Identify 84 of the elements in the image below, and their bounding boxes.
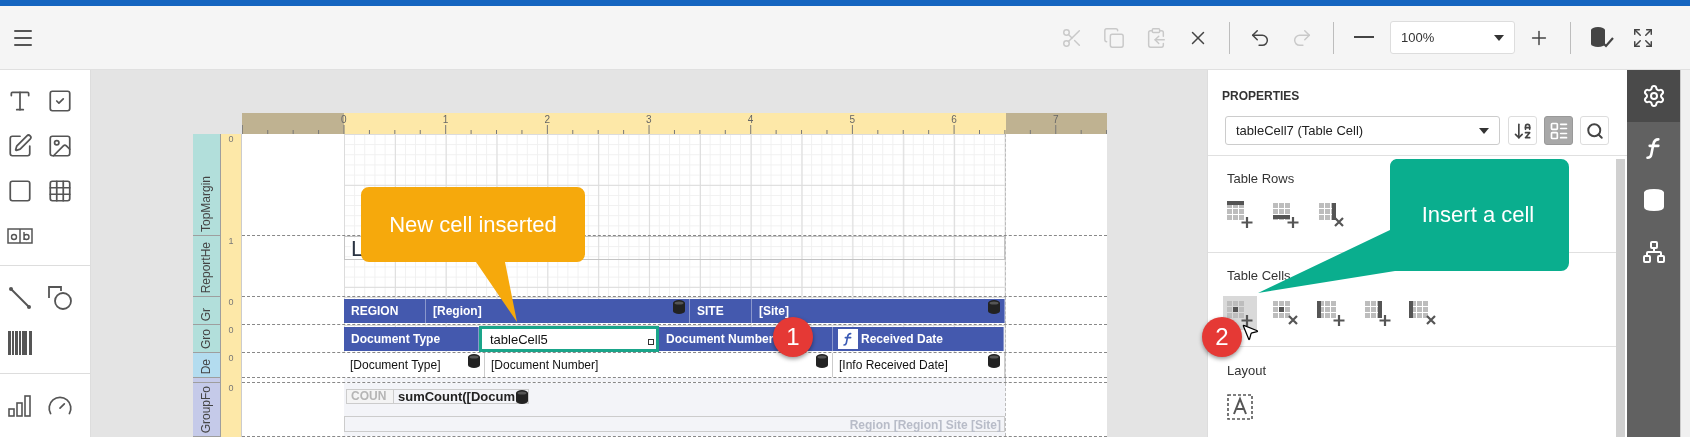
edit-icon xyxy=(7,132,33,159)
table-remove-icon xyxy=(1317,201,1347,229)
ruler-number: 1 xyxy=(442,114,449,125)
band-label[interactable]: Gr xyxy=(193,297,221,325)
table-remove-icon xyxy=(1271,299,1301,327)
database-icon xyxy=(468,354,480,368)
ruler-number: 1 xyxy=(228,236,234,246)
square-icon xyxy=(7,177,33,204)
ruler-number: 2 xyxy=(544,114,550,125)
ruler-number: 0 xyxy=(228,383,234,393)
table-remove-icon xyxy=(1409,299,1439,327)
categories-button[interactable] xyxy=(1544,116,1574,145)
panel-title: PROPERTIES xyxy=(1222,88,1301,104)
ruler-number: 6 xyxy=(951,114,957,125)
table-cell: [Site] xyxy=(752,299,1005,323)
section-title: Table Cells xyxy=(1227,268,1292,284)
tree-icon xyxy=(1641,240,1666,264)
bar-chart-icon xyxy=(8,394,32,417)
table-cell: COUN xyxy=(346,389,394,404)
object-dropdown[interactable]: tableCell7 (Table Cell) xyxy=(1225,116,1501,145)
list-icon xyxy=(1548,120,1569,141)
cursor-icon xyxy=(1240,322,1260,342)
ruler-number: 0 xyxy=(341,114,347,125)
table-cell: Document Type xyxy=(344,327,479,351)
table-cell: REGION xyxy=(344,299,426,323)
barcode-icon xyxy=(7,330,33,355)
caret-icon xyxy=(1479,127,1490,134)
zoom-dropdown[interactable]: 100% xyxy=(1390,21,1515,54)
database-icon xyxy=(516,390,528,404)
table-cell-text: sumCount([Docum xyxy=(397,390,515,404)
dropdown-value: tableCell7 (Table Cell) xyxy=(1236,121,1364,140)
scrollbar[interactable] xyxy=(1616,159,1625,437)
table-cell: [Region] xyxy=(426,299,690,323)
ruler-number: 5 xyxy=(849,114,856,125)
table-cell: tableCell5 xyxy=(479,326,659,352)
ruler-number: 0 xyxy=(228,297,234,307)
settings-icon xyxy=(1641,84,1666,108)
table-add-icon xyxy=(1271,201,1301,229)
line-icon xyxy=(8,285,32,310)
boxes-icon xyxy=(7,227,33,244)
database-icon xyxy=(988,354,1000,368)
band-label[interactable]: TopMargin xyxy=(193,134,221,236)
checkbox-icon xyxy=(47,87,73,114)
database-icon xyxy=(816,354,828,368)
database-icon xyxy=(673,300,685,314)
section-title: Table Rows xyxy=(1227,171,1296,187)
paste-icon xyxy=(1145,26,1167,49)
minus-icon xyxy=(1354,36,1374,39)
band-label[interactable]: GroupFo xyxy=(193,383,221,437)
footer-text: Region [Region] Site [Site] xyxy=(344,416,1005,432)
ruler-number: 0 xyxy=(228,325,234,335)
search-button[interactable] xyxy=(1580,116,1609,145)
section-title: Layout xyxy=(1227,363,1268,379)
shapes-icon xyxy=(47,284,73,311)
caret-icon xyxy=(1494,34,1504,41)
grid-icon xyxy=(47,177,73,204)
table-add-icon xyxy=(1225,201,1255,229)
ruler-number: 7 xyxy=(1052,114,1059,125)
table-cell: [Info Received Date] xyxy=(833,353,1005,377)
cell-text: Received Date xyxy=(861,331,944,348)
copy-icon xyxy=(1103,26,1125,49)
band-label[interactable]: Gro xyxy=(193,325,221,353)
ruler-number: 0 xyxy=(228,134,234,144)
table-cell: [Document Number] xyxy=(485,353,833,377)
table-add-icon xyxy=(1317,299,1347,327)
image-icon xyxy=(47,132,73,159)
band-label[interactable]: De xyxy=(193,353,221,378)
zoom-value: 100% xyxy=(1401,28,1435,47)
scissors-icon xyxy=(1061,26,1083,49)
band-label[interactable]: ReportHe xyxy=(193,236,221,297)
fit-text-icon xyxy=(1227,394,1253,420)
database-icon xyxy=(1641,188,1666,212)
ruler-number: 4 xyxy=(747,114,754,125)
database-icon xyxy=(988,300,1000,314)
ruler-number: 0 xyxy=(228,353,234,363)
side-tab[interactable] xyxy=(1627,70,1680,122)
sort-button[interactable] xyxy=(1508,116,1538,145)
table-add-icon xyxy=(1225,299,1255,327)
table-cell: [Document Type] xyxy=(344,353,485,377)
table-cell: SITE xyxy=(690,299,752,323)
search-icon xyxy=(1585,121,1604,140)
fullscreen-icon xyxy=(1632,26,1654,49)
table-add-icon xyxy=(1363,299,1393,327)
ruler-number: 3 xyxy=(646,114,652,125)
